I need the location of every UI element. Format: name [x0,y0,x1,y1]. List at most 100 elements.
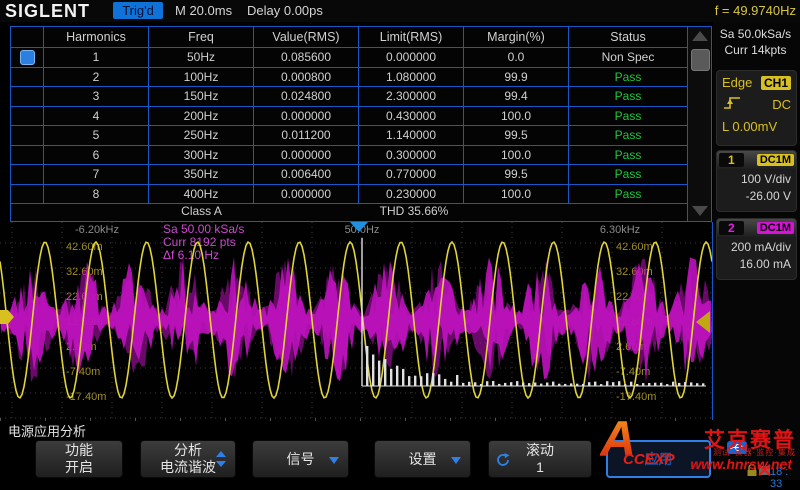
menu-button-analysis[interactable]: 分析 电流谐波 [140,440,236,478]
fft-scale-label: 32.60m [66,266,103,278]
button-label: 应用 [645,451,673,468]
arrow-down-icon [216,461,226,467]
table-row[interactable]: 5 250Hz 0.011200 1.140000 99.5 Pass [11,126,711,146]
table-row[interactable]: 6 300Hz 0.000000 0.300000 100.0 Pass [11,146,711,166]
scroll-down-icon[interactable] [692,206,708,216]
menu-button-scroll[interactable]: 滚动 1 [488,440,592,478]
timebase-readout[interactable]: M 20.0ms [175,3,232,18]
cell-value: 0.024800 [254,87,359,106]
cell-harmonic: 5 [44,126,149,145]
menu-button-apply[interactable]: 应用 [606,440,711,478]
edge-rising-icon [722,95,742,114]
cell-freq: 250Hz [149,126,254,145]
row-select-cell[interactable] [11,68,44,87]
header-margin: Margin(%) [464,27,569,47]
menu-button-settings[interactable]: 设置 [374,440,471,478]
row-select-cell[interactable] [11,165,44,184]
cell-margin: 99.5 [464,165,569,184]
acquisition-info: Sa 50.0kSa/s Curr 14kpts [713,26,798,58]
cell-margin: 100.0 [464,107,569,126]
cell-value: 0.000000 [254,107,359,126]
fft-scale-label: -7.40m [616,366,650,378]
brand-logo: SIGLENT [5,1,90,22]
cell-status: Pass [569,87,687,106]
cell-freq: 50Hz [149,48,254,67]
cell-harmonic: 6 [44,146,149,165]
header-limit: Limit(RMS) [359,27,464,47]
table-scrollbar[interactable] [687,27,711,221]
menu-button-function[interactable]: 功能 开启 [35,440,123,478]
harmonics-table: Harmonics Freq Value(RMS) Limit(RMS) Mar… [10,26,712,222]
channel1-info-box[interactable]: 1 DC1M 100 V/div -26.00 V [716,150,797,212]
header-select [11,27,44,47]
fft-scale-label: 2.60m [66,341,97,353]
cell-harmonic: 4 [44,107,149,126]
table-row[interactable]: 1 50Hz 0.085600 0.000000 0.0 Non Spec [11,48,711,68]
cell-value: 0.000000 [254,146,359,165]
channel1-scale: 100 V/div [717,169,796,186]
table-row[interactable]: 2 100Hz 0.000800 1.080000 99.9 Pass [11,68,711,88]
memory-depth: Curr 14kpts [713,42,798,58]
header-harmonics: Harmonics [44,27,149,47]
lock-icon [746,463,758,482]
button-sublabel: 1 [536,459,544,476]
cell-limit: 0.000000 [359,48,464,67]
row-select-cell[interactable] [11,48,44,67]
trigger-coupling: DC [772,97,791,112]
waveform-labels-layer: -6.20kHz 50.0Hz 6.30kHz 42.60m42.60m32.6… [0,222,712,420]
row-select-cell[interactable] [11,87,44,106]
cell-margin: 99.9 [464,68,569,87]
cell-limit: 2.300000 [359,87,464,106]
fft-freq-label-left: -6.20kHz [52,224,142,236]
scroll-up-icon[interactable] [692,31,708,41]
row-select-cell[interactable] [11,107,44,126]
selected-indicator [20,50,35,65]
cell-limit: 0.230000 [359,185,464,204]
table-row[interactable]: 3 150Hz 0.024800 2.300000 99.4 Pass [11,87,711,107]
cell-value: 0.000000 [254,185,359,204]
trigger-source-badge: CH1 [761,76,791,90]
channel2-scale: 200 mA/div [717,237,796,254]
right-status-panel: Sa 50.0kSa/s Curr 14kpts Edge CH1 DC L 0… [713,22,800,480]
fft-resolution: Δf 6.10 Hz [163,249,244,262]
trigger-info-box[interactable]: Edge CH1 DC L 0.00mV [716,70,797,146]
sample-rate: Sa 50.0kSa/s [713,26,798,42]
fft-scale-label: 32.60m [616,266,653,278]
cell-freq: 100Hz [149,68,254,87]
fft-scale-label: -7.40m [66,366,100,378]
table-row[interactable]: 4 200Hz 0.000000 0.430000 100.0 Pass [11,107,711,127]
button-label: 滚动 [526,442,554,459]
class-label: Class A [149,204,254,218]
channel2-number: 2 [719,221,744,235]
cell-freq: 300Hz [149,146,254,165]
row-select-cell[interactable] [11,185,44,204]
cell-freq: 400Hz [149,185,254,204]
menu-button-signal[interactable]: 信号 [252,440,349,478]
channel2-info-box[interactable]: 2 DC1M 200 mA/div 16.00 mA [716,218,797,280]
button-sublabel: 电流谐波 [160,459,216,476]
row-select-cell[interactable] [11,146,44,165]
fft-acquisition-overlay: Sa 50.00 kSa/s Curr 8192 pts Δf 6.10 Hz [163,223,244,262]
menu-title: 电源应用分析 [8,421,86,440]
fft-scale-label: 12.60m [66,316,103,328]
table-row[interactable]: 7 350Hz 0.006400 0.770000 99.5 Pass [11,165,711,185]
waveform-display-area[interactable]: -6.20kHz 50.0Hz 6.30kHz 42.60m42.60m32.6… [0,222,713,420]
scrollbar-thumb[interactable] [691,49,710,71]
cell-status: Pass [569,68,687,87]
cell-limit: 1.140000 [359,126,464,145]
cell-limit: 1.080000 [359,68,464,87]
cell-freq: 350Hz [149,165,254,184]
thd-readout: THD 35.66% [359,204,469,218]
fft-scale-label: 22.60m [616,291,653,303]
cell-harmonic: 8 [44,185,149,204]
cell-margin: 100.0 [464,146,569,165]
cell-harmonic: 3 [44,87,149,106]
cell-value: 0.011200 [254,126,359,145]
row-select-cell[interactable] [11,126,44,145]
table-footer: Class A THD 35.66% [11,202,687,221]
frequency-counter: f = 49.9740Hz [715,3,796,18]
fft-scale-label: 42.60m [616,241,653,253]
clock: 18 : 33 [770,466,800,490]
delay-readout[interactable]: Delay 0.00ps [247,3,323,18]
trigger-type: Edge [722,75,752,90]
